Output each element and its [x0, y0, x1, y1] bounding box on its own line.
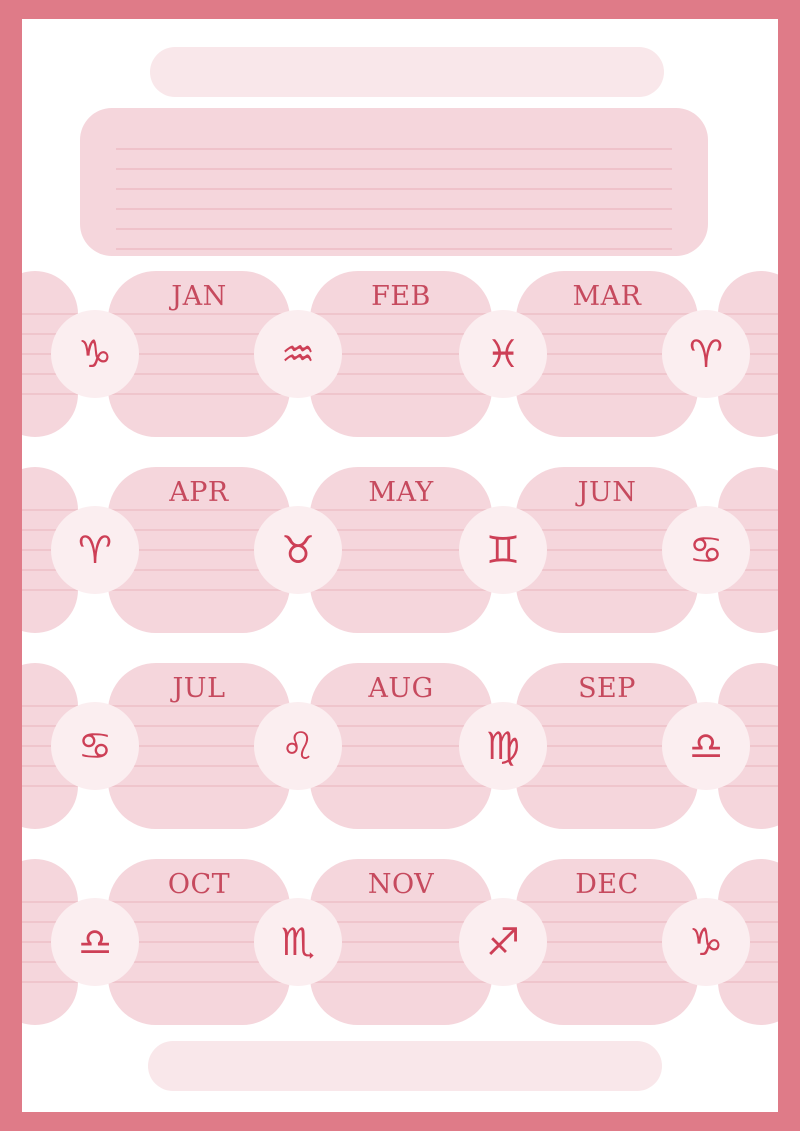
title-bar: [150, 47, 664, 97]
ruled-line: [516, 901, 698, 903]
month-label: MAR: [572, 281, 642, 312]
scorpio-icon: ♏: [254, 898, 342, 986]
notes-line: [116, 248, 672, 250]
cancer-icon: ♋: [51, 702, 139, 790]
month-label: SEP: [578, 673, 636, 704]
ruled-line: [718, 589, 778, 591]
ruled-line: [22, 705, 78, 707]
ruled-line: [310, 313, 492, 315]
ruled-line: [310, 509, 492, 511]
ruled-line: [108, 393, 290, 395]
month-label: MAY: [368, 477, 434, 508]
ruled-line: [718, 785, 778, 787]
month-label: JAN: [171, 281, 227, 312]
ruled-line: [108, 785, 290, 787]
month-label: APR: [169, 477, 229, 508]
ruled-line: [718, 393, 778, 395]
month-label: JUL: [172, 673, 226, 704]
capricorn-icon: ♑: [51, 310, 139, 398]
month-label: AUG: [368, 673, 434, 704]
ruled-line: [22, 509, 78, 511]
ruled-line: [310, 981, 492, 983]
planner-page: JAN FEB MAR ♑ ♒ ♓ ♈ APR MAY JUN ♈ ♉ ♊ ♋ JUL AUG SEP ♋ ♌ ♍ ♎ O…: [22, 19, 778, 1112]
ruled-line: [516, 785, 698, 787]
taurus-icon: ♉: [254, 506, 342, 594]
month-label: FEB: [371, 281, 431, 312]
ruled-line: [516, 313, 698, 315]
month-label: OCT: [167, 869, 231, 900]
sagittarius-icon: ♐: [459, 898, 547, 986]
notes-line: [116, 148, 672, 150]
ruled-line: [310, 705, 492, 707]
ruled-line: [22, 981, 78, 983]
ruled-line: [22, 785, 78, 787]
aries-icon: ♈: [51, 506, 139, 594]
ruled-line: [22, 313, 78, 315]
ruled-line: [516, 589, 698, 591]
ruled-line: [310, 901, 492, 903]
ruled-line: [516, 981, 698, 983]
virgo-icon: ♍: [459, 702, 547, 790]
notes-line: [116, 168, 672, 170]
libra-icon: ♎: [51, 898, 139, 986]
cancer-icon: ♋: [662, 506, 750, 594]
month-label: DEC: [575, 869, 639, 900]
ruled-line: [22, 901, 78, 903]
ruled-line: [108, 589, 290, 591]
ruled-line: [516, 393, 698, 395]
notes-line: [116, 228, 672, 230]
ruled-line: [310, 785, 492, 787]
ruled-line: [108, 313, 290, 315]
notes-line: [116, 188, 672, 190]
ruled-line: [516, 509, 698, 511]
ruled-line: [108, 981, 290, 983]
gemini-icon: ♊: [459, 506, 547, 594]
capricorn-icon: ♑: [662, 898, 750, 986]
month-label: JUN: [577, 477, 637, 508]
ruled-line: [108, 509, 290, 511]
aquarius-icon: ♒: [254, 310, 342, 398]
ruled-line: [310, 393, 492, 395]
ruled-line: [310, 589, 492, 591]
leo-icon: ♌: [254, 702, 342, 790]
ruled-line: [22, 393, 78, 395]
notes-box: [80, 108, 708, 256]
footer-bar: [148, 1041, 662, 1091]
ruled-line: [108, 901, 290, 903]
pisces-icon: ♓: [459, 310, 547, 398]
ruled-line: [22, 589, 78, 591]
ruled-line: [516, 705, 698, 707]
month-label: NOV: [367, 869, 435, 900]
notes-line: [116, 208, 672, 210]
aries-icon: ♈: [662, 310, 750, 398]
libra-icon: ♎: [662, 702, 750, 790]
ruled-line: [108, 705, 290, 707]
ruled-line: [718, 981, 778, 983]
